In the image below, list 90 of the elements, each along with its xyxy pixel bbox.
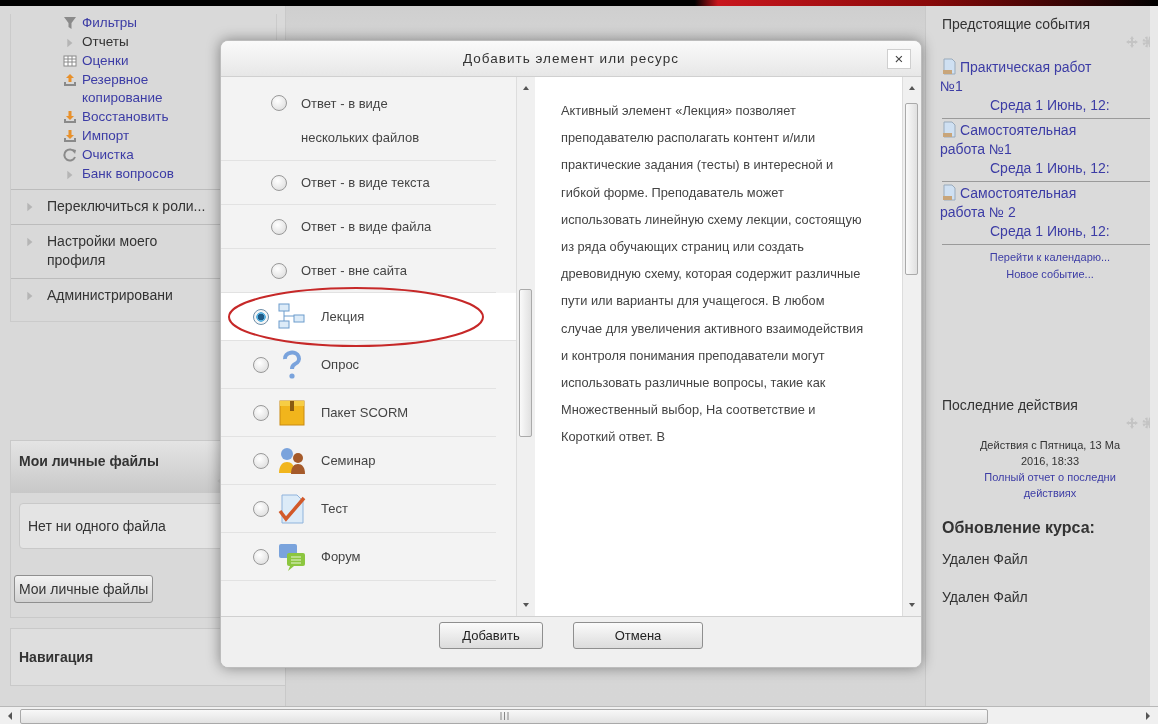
radio-button[interactable] — [253, 356, 269, 373]
activity-option[interactable]: Ответ - в виде текста — [221, 161, 496, 205]
document-icon — [942, 184, 956, 201]
dialog-title: Добавить элемент или ресурс — [463, 51, 679, 66]
radio-button[interactable] — [253, 404, 269, 421]
calendar-link[interactable]: Перейти к календарю... — [989, 249, 1111, 266]
option-label: Опрос — [321, 357, 360, 372]
close-button[interactable]: × — [887, 49, 911, 69]
flowchart-icon — [277, 301, 307, 332]
activity-option[interactable]: Лекция — [221, 293, 516, 341]
activity-since: Действия с Пятница, 13 Ма — [979, 438, 1121, 453]
description-scrollbar[interactable] — [902, 77, 921, 616]
scroll-thumb[interactable] — [20, 708, 988, 724]
scroll-left-icon[interactable] — [6, 711, 14, 721]
report-link[interactable]: действиях — [1023, 485, 1077, 501]
nav-link[interactable]: Фильтры — [82, 14, 212, 32]
upload-icon — [63, 73, 77, 87]
event-date: Среда 1 Июнь, 12: — [990, 97, 1110, 113]
nav-link[interactable]: Импорт — [82, 127, 212, 145]
radio-button[interactable] — [271, 95, 287, 111]
nav-link[interactable]: Резервное копирование — [82, 71, 212, 107]
section-heading: Обновление курса: — [942, 519, 1096, 537]
radio-button[interactable] — [271, 218, 287, 235]
activity-since: 2016, 18:33 — [1020, 454, 1080, 469]
checkmark-document-icon — [277, 493, 307, 524]
list-scrollbar[interactable] — [516, 77, 535, 616]
update-entry: Удален Файл — [942, 551, 1029, 567]
option-label: Ответ - в виде текста — [301, 175, 430, 190]
radio-button[interactable] — [253, 500, 269, 517]
dialog-button[interactable]: Добавить — [439, 621, 543, 649]
nav-section[interactable]: Администрировани — [47, 286, 217, 305]
private-files-button[interactable]: Мои личные файлы — [14, 575, 154, 603]
radio-button[interactable] — [271, 262, 287, 279]
calendar-link[interactable]: Новое событие... — [1006, 266, 1094, 283]
event-link[interactable]: Самостоятельная — [960, 184, 1077, 203]
radio-button[interactable] — [271, 174, 287, 191]
activity-option[interactable]: Опрос — [221, 341, 496, 389]
document-icon — [942, 58, 956, 75]
filter-icon — [63, 16, 77, 30]
scroll-right-icon[interactable] — [1144, 711, 1152, 721]
event-link[interactable]: работа № 2 — [940, 204, 1016, 220]
nav-section[interactable]: Настройки моего профиля — [47, 232, 217, 270]
option-label: Ответ - вне сайта — [301, 263, 408, 278]
document-icon — [942, 121, 956, 138]
update-entry: Удален Файл — [942, 589, 1029, 605]
block-title: Мои личные файлы — [19, 453, 159, 469]
radio-button[interactable] — [253, 548, 269, 565]
event-link[interactable]: работа №1 — [940, 141, 1012, 157]
option-label: Лекция — [321, 309, 365, 324]
radio-button[interactable] — [253, 308, 269, 325]
option-label: Ответ - в виде нескольких файлов — [301, 95, 421, 147]
activity-option[interactable]: Ответ - в виде нескольких файлов — [221, 83, 496, 161]
nav-category[interactable]: Отчеты — [82, 33, 212, 51]
table-icon — [63, 54, 77, 68]
option-label: Семинар — [321, 453, 376, 468]
event-link[interactable]: Практическая работ — [960, 58, 1092, 77]
option-label: Форум — [321, 549, 361, 564]
event-date: Среда 1 Июнь, 12: — [990, 160, 1110, 176]
nav-link[interactable]: Очистка — [82, 146, 212, 164]
event-link[interactable]: Самостоятельная — [960, 121, 1077, 140]
activity-option[interactable]: Ответ - в виде файла — [221, 205, 496, 249]
description-text: Активный элемент «Лекция» позволяет преподавателю располагать контент и/или практические задания (тесты) в интересной и гибкой форме. Преподаватель может использовать линейную схему лекции, состоящую из ряда обучающих страниц или создать древовидную схему, которая содержит различные пути или варианты для учащегося. В любом случае для увеличения активного взаимодействия и контроля понимания преподаватели могут использовать различные вопросы, такие как Множественный выбор, На соответствие и Короткий ответ. В — [561, 102, 865, 447]
activity-option[interactable]: Форум — [221, 533, 496, 581]
block-title: Последние действия — [942, 397, 1079, 413]
dialog-button[interactable]: Отмена — [573, 621, 703, 649]
radio-button[interactable] — [253, 452, 269, 469]
activity-option[interactable]: Тест — [221, 485, 496, 533]
activity-option[interactable]: Семинар — [221, 437, 496, 485]
block-title: Предстоящие события — [942, 16, 1091, 32]
nav-link[interactable]: Оценки — [82, 52, 212, 70]
refresh-icon — [63, 148, 77, 162]
box-icon — [277, 397, 307, 428]
nav-link[interactable]: Восстановить — [82, 108, 212, 126]
report-link[interactable]: Полный отчет о последни — [984, 469, 1116, 485]
option-label: Пакет SCORM — [321, 405, 409, 420]
scroll-thumb[interactable] — [519, 289, 532, 437]
event-link[interactable]: №1 — [940, 78, 963, 94]
download-icon — [63, 110, 77, 124]
horizontal-scrollbar[interactable] — [0, 706, 1158, 724]
chat-bubbles-icon — [277, 541, 307, 572]
activity-option[interactable]: Пакет SCORM — [221, 389, 496, 437]
event-date: Среда 1 Июнь, 12: — [990, 223, 1110, 239]
nav-section[interactable]: Переключиться к роли... — [47, 197, 217, 216]
scroll-thumb[interactable] — [905, 103, 918, 275]
download-icon — [63, 129, 77, 143]
people-icon — [277, 445, 307, 476]
option-label: Ответ - в виде файла — [301, 219, 432, 234]
nav-link[interactable]: Банк вопросов — [82, 165, 212, 183]
option-label: Тест — [321, 501, 348, 516]
page-scrollbar[interactable] — [1150, 6, 1158, 706]
